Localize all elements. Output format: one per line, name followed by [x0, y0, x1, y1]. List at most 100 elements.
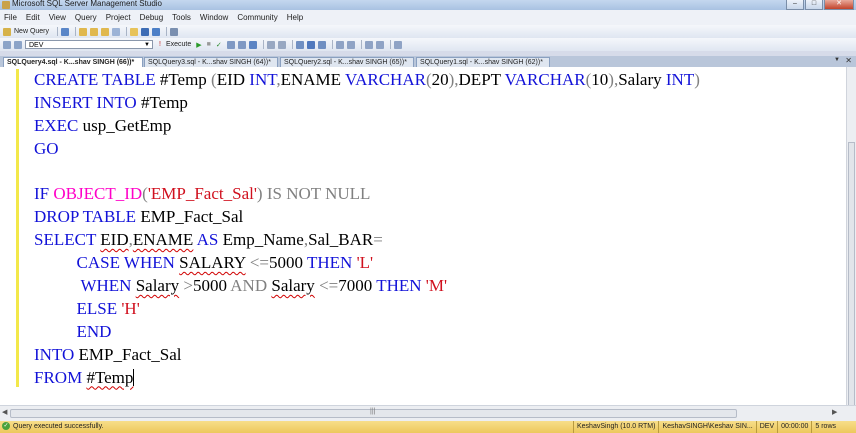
code-token: 'L' — [356, 253, 374, 273]
maximize-button[interactable]: □ — [805, 0, 823, 10]
code-line: CASE WHEN SALARY <=5000 THEN 'L' — [34, 252, 700, 275]
results-to-grid-icon[interactable] — [306, 40, 315, 49]
uncomment-icon[interactable] — [346, 40, 355, 49]
code-token: <= — [249, 253, 270, 273]
status-message: Query executed successfully. — [13, 422, 104, 430]
mdx-query-icon[interactable] — [90, 27, 99, 36]
menu-community[interactable]: Community — [237, 13, 277, 22]
code-token: = — [373, 230, 383, 250]
specify-values-icon[interactable] — [393, 40, 402, 49]
connect-icon[interactable] — [3, 40, 11, 49]
database-query-icon[interactable] — [61, 27, 70, 36]
code-token: DEPT — [458, 70, 505, 89]
menu-file[interactable]: File — [4, 13, 17, 22]
include-plan-icon[interactable] — [266, 40, 275, 49]
scroll-right-icon[interactable]: ▶ — [832, 408, 837, 416]
code-token: CREATE TABLE — [34, 70, 156, 89]
decrease-indent-icon[interactable] — [364, 40, 373, 49]
code-token: OBJECT_ID — [53, 184, 143, 204]
code-token: INT — [249, 70, 277, 89]
change-connection-icon[interactable] — [14, 40, 22, 49]
standard-toolbar: New Query — [0, 25, 856, 38]
activity-monitor-icon[interactable] — [170, 27, 179, 36]
tab-sqlquery2[interactable]: SQLQuery2.sql - K...shav SINGH (65))* — [280, 57, 414, 67]
code-token: #Temp — [155, 70, 212, 89]
tab-sqlquery1[interactable]: SQLQuery1.sql - K...shav SINGH (62))* — [416, 57, 550, 67]
new-query-icon[interactable] — [3, 27, 11, 36]
toolbar-separator — [360, 40, 362, 49]
toolbar-separator — [75, 27, 77, 36]
close-tab-icon[interactable]: ✕ — [845, 56, 852, 65]
chevron-down-icon[interactable]: ▼ — [834, 57, 840, 63]
code-line: FROM #Temp — [34, 367, 700, 390]
debug-icon[interactable]: ▶ — [196, 41, 201, 49]
status-bar: ✓ Query executed successfully. KeshavSin… — [0, 421, 856, 433]
code-token: usp_GetEmp — [78, 115, 172, 135]
sql-editor-toolbar: DEV ▼ ! Execute ▶ ■ ✓ — [0, 38, 856, 51]
tab-sqlquery4[interactable]: SQLQuery4.sql - K...shav SINGH (66))* — [3, 57, 143, 67]
stop-icon[interactable]: ■ — [207, 41, 211, 48]
execution-plan-icon[interactable] — [226, 40, 235, 49]
comment-icon[interactable] — [335, 40, 344, 49]
execute-button[interactable]: Execute — [166, 41, 191, 48]
status-time: 00:00:00 — [777, 421, 811, 433]
query-editor[interactable]: CREATE TABLE #Temp (EID INT,ENAME VARCHA… — [0, 67, 846, 405]
analysis-query-icon[interactable] — [79, 27, 88, 36]
code-token: WHEN — [80, 276, 132, 296]
code-token: THEN — [376, 276, 422, 296]
code-line: INTO EMP_Fact_Sal — [34, 344, 700, 367]
save-all-icon[interactable] — [152, 27, 161, 36]
code-token: GO — [34, 138, 59, 158]
code-token: Emp_Name — [218, 230, 304, 250]
menu-edit[interactable]: Edit — [26, 13, 40, 22]
code-line: DROP TABLE EMP_Fact_Sal — [34, 206, 700, 229]
tab-sqlquery3[interactable]: SQLQuery3.sql - K...shav SINGH (64))* — [144, 57, 278, 67]
new-query-button[interactable]: New Query — [14, 28, 49, 35]
intellisense-icon[interactable] — [248, 40, 257, 49]
client-stats-icon[interactable] — [277, 40, 286, 49]
open-file-icon[interactable] — [130, 27, 139, 36]
toolbar-separator — [262, 40, 264, 49]
database-select-value: DEV — [29, 42, 44, 49]
dmx-query-icon[interactable] — [101, 27, 110, 36]
parse-icon[interactable]: ✓ — [216, 41, 222, 49]
vertical-scrollbar-thumb[interactable] — [848, 142, 855, 412]
code-line: GO — [34, 138, 700, 161]
close-button[interactable]: ✕ — [824, 0, 854, 10]
text-caret — [133, 368, 135, 386]
code-line: WHEN Salary >5000 AND Salary <=7000 THEN… — [34, 275, 700, 298]
menu-help[interactable]: Help — [287, 13, 303, 22]
query-designer-icon[interactable] — [237, 40, 246, 49]
minimize-button[interactable]: – — [786, 0, 804, 10]
code-token: <= — [319, 276, 339, 296]
code-line: CREATE TABLE #Temp (EID INT,ENAME VARCHA… — [34, 69, 700, 92]
change-tracking-margin — [16, 69, 19, 387]
code-token: INT — [665, 70, 695, 89]
code-token: VARCHAR — [345, 70, 426, 89]
vertical-scrollbar[interactable] — [846, 67, 856, 412]
horizontal-scrollbar[interactable]: ◀ ||| ▶ — [0, 405, 856, 421]
code-token: THEN — [306, 253, 353, 273]
results-to-text-icon[interactable] — [295, 40, 304, 49]
code-token: Salary — [135, 276, 180, 296]
window-controls: – □ ✕ — [786, 0, 854, 10]
increase-indent-icon[interactable] — [375, 40, 384, 49]
menu-tools[interactable]: Tools — [172, 13, 191, 22]
database-select[interactable]: DEV ▼ — [25, 40, 153, 49]
status-info: KeshavSingh (10.0 RTM) KeshavSINGH\Kesha… — [573, 421, 839, 433]
results-to-file-icon[interactable] — [317, 40, 326, 49]
code-token: DROP TABLE — [34, 207, 137, 227]
menu-view[interactable]: View — [49, 13, 66, 22]
code-token: SALARY — [179, 253, 246, 273]
menu-window[interactable]: Window — [200, 13, 228, 22]
check-icon: ✓ — [2, 422, 10, 430]
query-text[interactable]: CREATE TABLE #Temp (EID INT,ENAME VARCHA… — [34, 69, 700, 389]
menu-debug[interactable]: Debug — [140, 13, 164, 22]
menu-query[interactable]: Query — [75, 13, 97, 22]
code-token: 5000 — [192, 276, 231, 296]
save-icon[interactable] — [141, 27, 150, 36]
menu-project[interactable]: Project — [106, 13, 131, 22]
code-token: EMP_Fact_Sal — [74, 344, 182, 364]
xmla-query-icon[interactable] — [112, 27, 121, 36]
scroll-left-icon[interactable]: ◀ — [2, 408, 7, 416]
